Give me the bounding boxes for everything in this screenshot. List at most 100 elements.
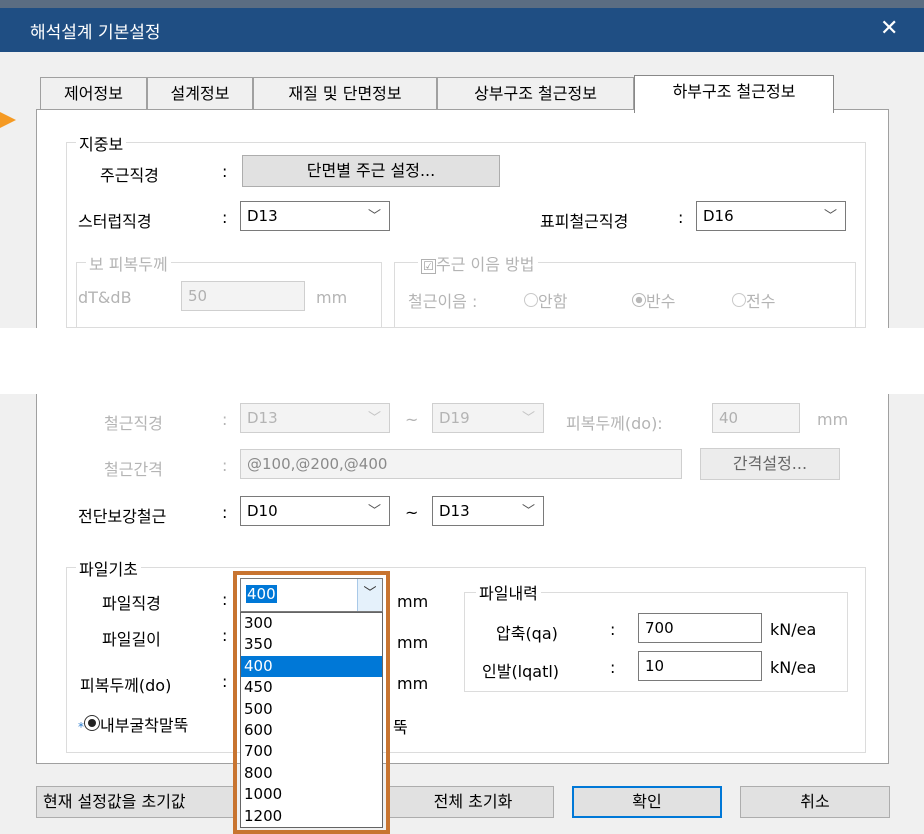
dropdown-option[interactable]: 450 [241,677,382,698]
skin-bar-value: D16 [703,207,734,225]
main-bar-label: 주근직경 [100,166,159,185]
skin-bar-combo[interactable]: D16 ﹀ [696,201,846,231]
pile-length-unit: mm [397,633,429,652]
colon: : [610,620,616,639]
chevron-down-icon: ﹀ [367,411,381,426]
radio-checked-icon [84,715,100,731]
radio-icon [524,293,538,307]
rebar-dia-to-value: D19 [439,409,470,427]
colon: : [222,410,228,429]
beam-cover-title: 보 피복두께 [86,251,171,275]
splice-option-none[interactable]: 안함 [524,288,567,312]
window-title: 해석설계 기본설정 [30,23,161,43]
rebar-spacing-input[interactable]: @100,@200,@400 [240,449,682,479]
rebar-dia-label: 철근직경 [104,414,163,433]
pile-dia-label: 파일직경 [102,594,161,613]
reset-to-default-button[interactable]: 현재 설정값을 초기값 [36,786,234,818]
dropdown-option[interactable]: 800 [241,763,382,784]
radio-label-internal: 내부굴착말뚝 [100,716,189,735]
girder-group-title: 지중보 [76,131,127,155]
rebar-dia-from-combo[interactable]: D13 ﹀ [240,403,390,433]
radio-icon [732,293,746,307]
shear-to-combo[interactable]: D13 ﹀ [432,496,544,526]
section-main-bar-button[interactable]: 단면별 주근 설정... [242,155,500,187]
spacing-setting-button[interactable]: 간격설정... [700,448,840,480]
rebar-cover-input[interactable]: 40 [712,403,800,433]
dropdown-option[interactable]: 500 [241,699,382,720]
dropdown-option[interactable]: 600 [241,720,382,741]
compression-input[interactable]: 700 [638,613,762,643]
colon: : [678,208,684,227]
colon: : [222,626,228,645]
pile-cover-unit: mm [397,674,429,693]
pile-dia-combo[interactable]: 400 ﹀ [240,578,383,612]
pile-cover-label: 피복두께(do) [80,676,172,695]
splice-checkbox[interactable]: ☑ [421,259,436,274]
uplift-label: 인발(lqatl) [482,662,560,681]
rebar-cover-label: 피복두께(do): [566,414,663,433]
shear-rebar-label: 전단보강철근 [78,507,167,526]
dropdown-option[interactable]: 300 [241,613,382,634]
chevron-down-icon: ﹀ [823,209,837,224]
dropdown-option[interactable]: 350 [241,634,382,655]
cover-input[interactable]: 50 [181,281,305,311]
chevron-down-icon: ﹀ [521,504,535,519]
splice-label: 철근이음 : [408,292,478,311]
dropdown-option[interactable]: 1000 [241,784,382,805]
compression-unit: kN/ea [770,620,817,639]
stirrup-combo[interactable]: D13 ﹀ [240,201,390,231]
screenshot-gap [0,328,924,394]
chevron-down-icon: ﹀ [521,411,535,426]
pile-group-title: 파일기초 [76,556,141,580]
colon: : [222,503,228,522]
stirrup-label: 스터럽직경 [78,212,152,231]
rebar-dia-to-combo[interactable]: D19 ﹀ [432,403,544,433]
dropdown-option[interactable]: 1200 [241,806,382,827]
reset-all-button[interactable]: 전체 초기화 [386,786,554,818]
pile-dia-selected-value: 400 [246,585,277,603]
colon: : [610,658,616,677]
uplift-unit: kN/ea [770,658,817,677]
stirrup-value: D13 [247,207,278,225]
splice-group-title: ☑ 주근 이음 방법 [418,251,538,275]
splice-option-half[interactable]: 반수 [632,288,675,312]
shear-from-combo[interactable]: D10 ﹀ [240,496,390,526]
pile-capacity-title: 파일내력 [476,580,541,604]
ok-button[interactable]: 확인 [572,786,722,818]
rebar-cover-unit: mm [817,410,849,429]
splice-option-all[interactable]: 전수 [732,288,775,312]
tab-superstructure-rebar[interactable]: 상부구조 철근정보 [437,77,634,109]
tab-substructure-rebar[interactable]: 하부구조 철근정보 [634,75,834,113]
cover-dtdb-label: dT&dB [78,288,132,307]
pile-dia-unit: mm [397,592,429,611]
tab-design-info[interactable]: 설계정보 [147,77,253,109]
shear-to-value: D13 [439,502,470,520]
colon: : [222,672,228,691]
pointer-arrow-icon [0,112,16,128]
rebar-dia-from-value: D13 [247,409,278,427]
pile-dia-dropdown-list: 300 350 400 450 500 600 700 800 1000 120… [240,612,383,828]
rebar-spacing-label: 철근간격 [104,460,163,479]
cover-unit: mm [316,288,348,307]
compression-label: 압축(qa) [496,624,558,643]
tab-control-info[interactable]: 제어정보 [40,77,147,109]
dropdown-option[interactable]: 700 [241,741,382,762]
pile-type-radio[interactable]: * 내부굴착말뚝 [78,712,188,736]
uplift-input[interactable]: 10 [638,651,762,681]
colon: : [222,208,228,227]
skin-bar-label: 표피철근직경 [540,212,629,231]
top-strip [0,0,924,8]
chevron-down-icon: ﹀ [367,209,381,224]
radio-checked-icon [632,293,646,307]
colon: : [222,162,228,181]
pile-length-label: 파일길이 [102,630,161,649]
dropdown-option-selected[interactable]: 400 [241,655,382,678]
close-icon[interactable]: ✕ [880,16,898,41]
tab-material-section[interactable]: 재질 및 단면정보 [253,77,437,109]
radio-label-tail: 뚝 [393,718,408,737]
cancel-button[interactable]: 취소 [740,786,890,818]
chevron-down-icon[interactable]: ﹀ [357,579,382,611]
splice-title-text: 주근 이음 방법 [436,255,535,274]
shear-from-value: D10 [247,502,278,520]
tilde: ~ [405,503,419,522]
